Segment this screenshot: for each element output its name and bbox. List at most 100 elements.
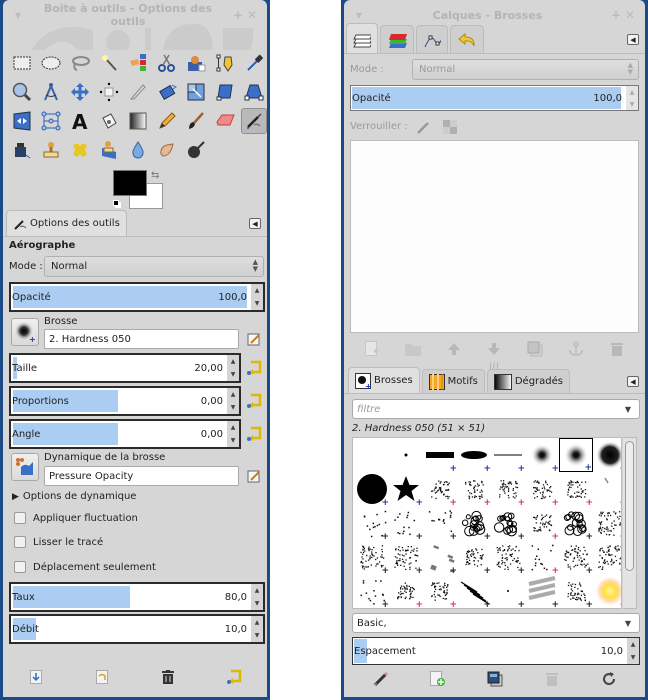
opacity-spin-buttons[interactable]: ▲ ▼: [251, 284, 263, 310]
brush-thumbnail[interactable]: +: [457, 540, 491, 576]
tab-gradients[interactable]: Dégradés: [486, 369, 570, 393]
flow-spinscale[interactable]: Débit 10,0 ▲ ▼: [9, 614, 265, 644]
tab-paths[interactable]: [416, 25, 448, 53]
tab-layers[interactable]: [346, 23, 378, 53]
brush-filter-input[interactable]: filtre ▼: [352, 399, 640, 419]
color-picker-tool[interactable]: [241, 50, 267, 76]
size-spin-buttons[interactable]: ▲ ▼: [227, 355, 239, 381]
brush-thumbnail[interactable]: +: [355, 540, 389, 576]
aspect-ratio-spinscale[interactable]: Proportions 0,00 ▲ ▼: [9, 386, 241, 416]
perspective-tool[interactable]: [241, 79, 267, 105]
brush-thumbnail[interactable]: [355, 438, 389, 472]
new-layer-button[interactable]: [363, 340, 381, 358]
brush-thumbnail[interactable]: +: [525, 472, 559, 508]
layer-opacity-spinscale[interactable]: Opacité 100,0 ▲ ▼: [350, 85, 639, 111]
clone-tool[interactable]: [38, 137, 64, 163]
scissors-tool[interactable]: [154, 50, 180, 76]
brush-thumbnail[interactable]: +: [559, 574, 593, 608]
brush-thumbnail[interactable]: +: [593, 506, 621, 542]
tab-channels[interactable]: [380, 25, 414, 53]
duplicate-layer-button[interactable]: [526, 340, 544, 358]
spacing-spinscale[interactable]: Espacement 10,0 ▲ ▼: [352, 637, 640, 665]
pencil-tool[interactable]: [154, 108, 180, 134]
rotate-tool[interactable]: [154, 79, 180, 105]
checkbox-apply-jitter[interactable]: Appliquer fluctuation: [14, 512, 138, 524]
heal-tool[interactable]: [67, 137, 93, 163]
dynamics-preview-button[interactable]: [11, 453, 39, 481]
scale-tool[interactable]: [183, 79, 209, 105]
brush-thumbnail[interactable]: +: [559, 608, 593, 609]
dodge-burn-tool[interactable]: [183, 137, 209, 163]
brush-thumbnail[interactable]: +: [525, 574, 559, 608]
delete-options-button[interactable]: [159, 668, 177, 686]
text-tool[interactable]: A: [67, 108, 93, 134]
brush-thumbnail[interactable]: +: [491, 574, 525, 608]
reset-size-icon[interactable]: [246, 360, 262, 376]
layer-opacity-spin-buttons[interactable]: ▲ ▼: [626, 86, 638, 110]
tab-tool-options[interactable]: Options des outils: [6, 210, 127, 236]
zoom-tool[interactable]: [9, 79, 35, 105]
angle-spinscale[interactable]: Angle 0,00 ▲ ▼: [9, 419, 241, 449]
reset-angle-icon[interactable]: [246, 426, 262, 442]
brush-thumbnail[interactable]: +: [491, 540, 525, 576]
checkbox-box[interactable]: [14, 561, 26, 573]
edit-dynamics-icon[interactable]: [247, 469, 261, 483]
dynamics-options-expander[interactable]: ▶ Options de dynamique: [12, 491, 136, 502]
eraser-tool[interactable]: [212, 108, 238, 134]
refresh-brushes-button[interactable]: [600, 670, 618, 688]
duplicate-brush-button[interactable]: [486, 670, 504, 688]
rate-spin-buttons[interactable]: ▲ ▼: [251, 584, 263, 610]
edit-brush-icon[interactable]: [247, 332, 261, 346]
edit-brush-button[interactable]: [372, 670, 390, 688]
bucket-fill-tool[interactable]: [96, 108, 122, 134]
brush-thumbnail[interactable]: [389, 438, 423, 472]
brush-thumbnail[interactable]: +: [389, 506, 423, 542]
smudge-tool[interactable]: [154, 137, 180, 163]
fuzzy-select-tool[interactable]: [96, 50, 122, 76]
brush-thumbnail[interactable]: +: [491, 506, 525, 542]
checkbox-box[interactable]: [14, 512, 26, 524]
tab-patterns[interactable]: Motifs: [421, 369, 485, 393]
brush-grid-scrollbar[interactable]: [623, 437, 637, 609]
blend-tool[interactable]: [125, 108, 151, 134]
angle-spin-buttons[interactable]: ▲ ▼: [227, 421, 239, 447]
brush-thumbnail[interactable]: +: [491, 608, 525, 609]
free-select-tool[interactable]: [67, 50, 93, 76]
brush-thumbnail[interactable]: +: [355, 506, 389, 542]
layers-list[interactable]: [350, 140, 639, 333]
restore-options-button[interactable]: [93, 668, 111, 686]
select-by-color-tool[interactable]: [125, 50, 151, 76]
dynamics-name-field[interactable]: Pressure Opacity: [44, 466, 239, 486]
brush-thumbnail[interactable]: +: [355, 574, 389, 608]
checkbox-box[interactable]: [14, 536, 26, 548]
brush-thumbnail[interactable]: +: [423, 540, 457, 576]
anchor-layer-button[interactable]: [567, 340, 585, 358]
brush-thumbnail[interactable]: +: [525, 540, 559, 576]
ellipse-select-tool[interactable]: [38, 50, 64, 76]
rect-select-tool[interactable]: [9, 50, 35, 76]
brush-name-field[interactable]: 2. Hardness 050: [44, 329, 239, 349]
brush-thumbnail[interactable]: +: [355, 472, 389, 508]
brush-thumbnail[interactable]: +: [593, 438, 621, 474]
close-icon[interactable]: ✕: [623, 8, 637, 22]
tab-menu-button[interactable]: ◀: [627, 376, 639, 387]
brush-thumbnail[interactable]: +: [491, 438, 525, 474]
lock-pixels-icon[interactable]: [416, 120, 430, 134]
move-tool[interactable]: [67, 79, 93, 105]
brush-thumbnail[interactable]: +: [491, 472, 525, 508]
tab-menu-button[interactable]: ◀: [249, 218, 261, 229]
crop-tool[interactable]: [125, 79, 151, 105]
brush-thumbnail[interactable]: +: [525, 608, 559, 609]
raise-layer-button[interactable]: [445, 340, 463, 358]
brush-thumbnail[interactable]: +: [593, 608, 622, 609]
brush-thumbnail[interactable]: +: [389, 574, 423, 608]
spacing-spin-buttons[interactable]: ▲ ▼: [627, 638, 639, 664]
cage-tool[interactable]: [38, 108, 64, 134]
brush-thumbnail[interactable]: +: [423, 506, 457, 542]
brush-preview-button[interactable]: +: [11, 318, 39, 346]
brush-thumbnail[interactable]: +: [559, 472, 593, 508]
brush-thumbnail[interactable]: +: [389, 472, 423, 508]
brush-thumbnail[interactable]: +: [559, 540, 593, 576]
brush-thumbnail[interactable]: +: [457, 506, 491, 542]
brush-thumbnail[interactable]: +: [559, 506, 593, 542]
